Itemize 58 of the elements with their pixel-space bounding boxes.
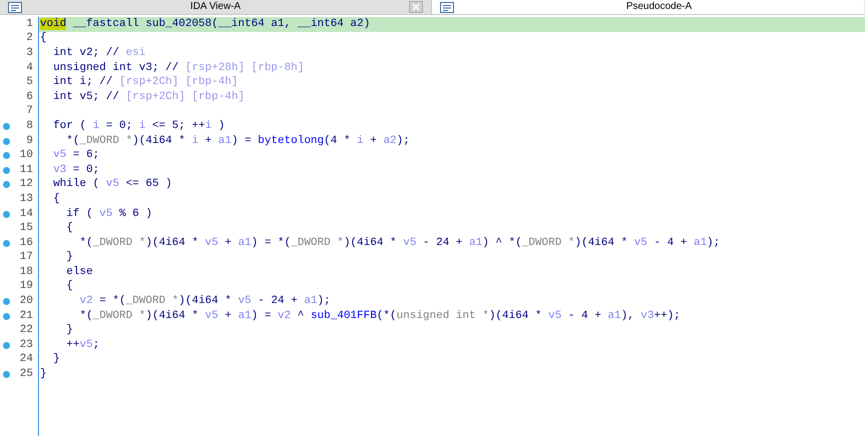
breakpoint-icon[interactable] xyxy=(2,210,10,218)
line-number: 18 xyxy=(18,266,34,278)
line-number: 10 xyxy=(18,150,34,162)
line-number: 2 xyxy=(25,33,34,44)
code-line: v3 = 0; xyxy=(52,164,100,176)
code-line: int i; // [rsp+2Ch] [rbp-4h] xyxy=(52,77,238,88)
breakpoint-icon[interactable] xyxy=(2,240,10,247)
line-number: 15 xyxy=(18,223,34,234)
code-line: } xyxy=(65,252,74,264)
code-line: { xyxy=(52,194,60,205)
close-icon[interactable] xyxy=(409,1,423,13)
code-line: *(_DWORD *)(4i64 * v5 + a1) = *(_DWORD *)(4i64 * v5 - 24 + a1) ^ *(_DWORD *)(4i64 * v5 - 4 + a1); xyxy=(78,238,720,249)
line-number: 3 xyxy=(25,48,34,59)
code-line: v2 = *(_DWORD *)(4i64 * v5 - 24 + a1); xyxy=(78,296,330,308)
line-number: 20 xyxy=(18,296,34,308)
code-line: v5 = 6; xyxy=(52,150,100,162)
code-line: void __fastcall sub_402058(__int64 a1, __int64 a2) xyxy=(40,18,370,30)
breakpoint-icon[interactable] xyxy=(2,371,10,378)
line-number: 19 xyxy=(18,281,34,292)
line-number: 11 xyxy=(18,164,34,176)
code-line: while ( v5 <= 65 ) xyxy=(52,179,172,190)
line-number: 13 xyxy=(18,194,34,205)
code-line: } xyxy=(65,325,74,336)
line-number: 8 xyxy=(25,120,34,132)
code-line: unsigned int v3; // [rsp+28h] [rbp-8h] xyxy=(52,62,304,74)
line-number: 1 xyxy=(25,18,34,30)
line-number: 21 xyxy=(18,310,34,322)
line-number: 5 xyxy=(25,77,34,88)
tab[interactable]: Pseudocode-A xyxy=(432,0,864,14)
line-number: 4 xyxy=(25,62,34,74)
line-number: 25 xyxy=(18,369,34,380)
line-number: 7 xyxy=(25,106,34,118)
code-line: } xyxy=(52,354,60,366)
window-icon xyxy=(8,2,22,12)
line-number: 16 xyxy=(18,238,34,249)
code-line: int v5; // [rsp+2Ch] [rbp-4h] xyxy=(52,92,245,103)
code-line: if ( v5 % 6 ) xyxy=(65,208,152,220)
line-number: 22 xyxy=(18,325,34,336)
code-line: { xyxy=(65,281,74,292)
line-number: 14 xyxy=(18,208,34,220)
line-number: 23 xyxy=(18,340,34,351)
code-line: { xyxy=(40,33,47,44)
code-line: } xyxy=(40,369,47,380)
code-line: ++v5; xyxy=(65,340,100,351)
code-line: *(_DWORD *)(4i64 * v5 + a1) = v2 ^ sub_401FFB(*(unsigned int *)(4i64 * v5 - 4 + a1), v3++); xyxy=(78,310,680,322)
line-number: 6 xyxy=(25,92,34,103)
line-number: 12 xyxy=(18,179,34,190)
line-number: 17 xyxy=(18,252,34,264)
breakpoint-icon[interactable] xyxy=(2,342,10,349)
line-number: 9 xyxy=(25,136,34,147)
code-line: else xyxy=(65,266,93,278)
code-line: *(_DWORD *)(4i64 * i + a1) = bytetolong(4 * i + a2); xyxy=(65,136,410,147)
code-line: for ( i = 0; i <= 5; ++i ) xyxy=(52,120,225,132)
code-line: int v2; // esi xyxy=(52,48,146,59)
line-number: 24 xyxy=(18,354,34,366)
tab[interactable]: IDA View-A xyxy=(0,0,432,14)
window-icon xyxy=(440,2,454,12)
code-line: { xyxy=(65,223,74,234)
